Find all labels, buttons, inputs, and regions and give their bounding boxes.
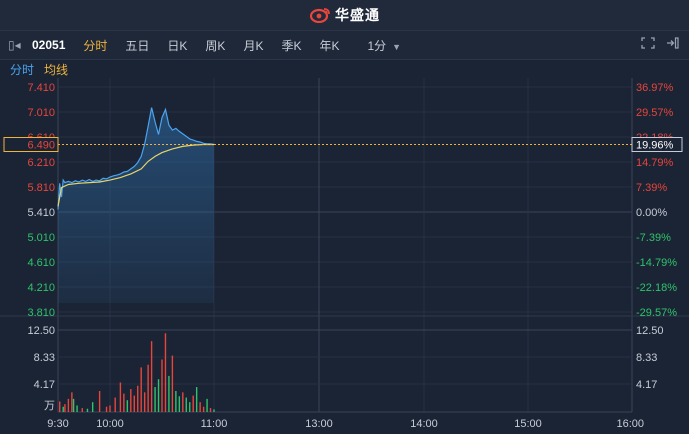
volume-tick-label: 8.33	[34, 352, 55, 364]
time-tick-label: 11:00	[201, 418, 228, 430]
current-change-label: 19.96%	[636, 140, 674, 152]
volume-tick-label-right: 8.33	[636, 352, 657, 364]
time-tick-label: 13:00	[305, 418, 333, 430]
time-tick-label: 10:00	[96, 418, 124, 430]
price-tick-label: 5.010	[27, 232, 55, 244]
price-tick-label: 3.810	[27, 307, 55, 319]
percent-tick-label: 29.57%	[636, 107, 674, 119]
intraday-chart: 7.4107.0106.6106.2105.8105.4105.0104.610…	[0, 78, 689, 430]
volume-unit-label: 万	[44, 400, 55, 412]
volume-tick-label-right: 4.17	[636, 379, 657, 391]
current-price-label: 6.490	[27, 140, 55, 152]
percent-tick-label: -22.18%	[636, 282, 677, 294]
price-tick-label: 7.010	[27, 107, 55, 119]
time-tick-label: 16:00	[616, 418, 644, 430]
volume-tick-label: 4.17	[34, 379, 55, 391]
price-tick-label: 5.410	[27, 207, 55, 219]
percent-tick-label: 14.79%	[636, 157, 674, 169]
volume-tick-label: 12.50	[27, 325, 55, 337]
time-tick-label: 15:00	[514, 418, 542, 430]
price-tick-label: 4.210	[27, 282, 55, 294]
time-tick-label: 9:30	[47, 418, 68, 430]
price-tick-label: 5.810	[27, 182, 55, 194]
volume-tick-label-right: 12.50	[636, 325, 664, 337]
price-tick-label: 7.410	[27, 82, 55, 94]
percent-tick-label: 7.39%	[636, 182, 667, 194]
percent-tick-label: 0.00%	[636, 207, 667, 219]
percent-tick-label: -7.39%	[636, 232, 671, 244]
time-tick-label: 14:00	[410, 418, 438, 430]
percent-tick-label: -29.57%	[636, 307, 677, 319]
percent-tick-label: 36.97%	[636, 82, 674, 94]
price-tick-label: 4.610	[27, 257, 55, 269]
percent-tick-label: -14.79%	[636, 257, 677, 269]
price-tick-label: 6.210	[27, 157, 55, 169]
